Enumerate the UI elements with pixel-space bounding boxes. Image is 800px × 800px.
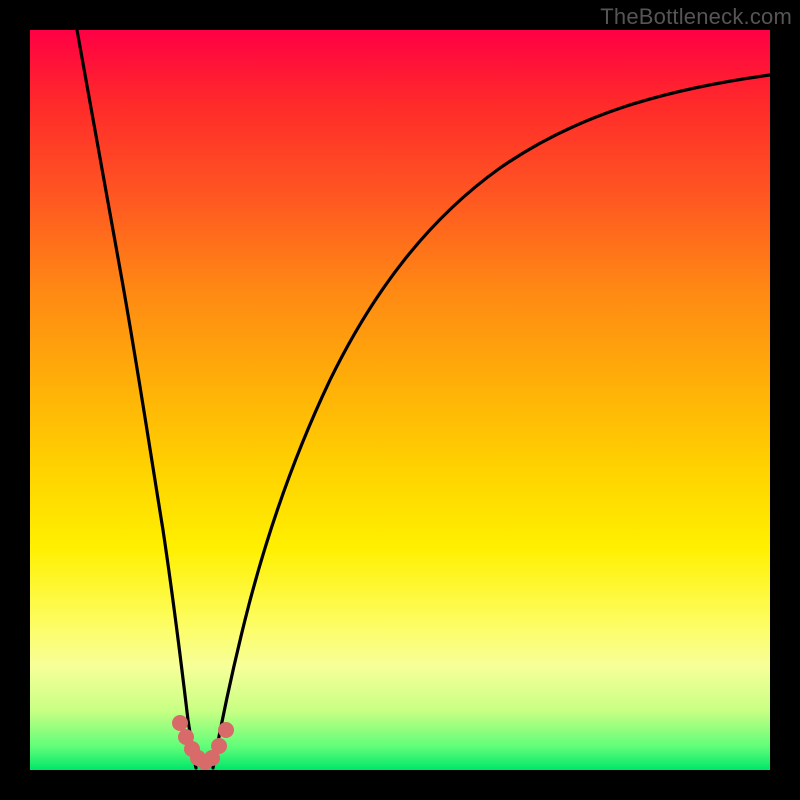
curve-layer <box>30 30 770 770</box>
curve-left-branch <box>77 30 196 768</box>
chart-frame: TheBottleneck.com <box>0 0 800 800</box>
curve-right-branch <box>213 75 770 768</box>
marker-dot <box>172 715 188 731</box>
marker-dot <box>218 722 234 738</box>
plot-area <box>30 30 770 770</box>
bottom-marker-group <box>172 715 234 770</box>
watermark-text: TheBottleneck.com <box>600 4 792 30</box>
marker-dot <box>211 738 227 754</box>
